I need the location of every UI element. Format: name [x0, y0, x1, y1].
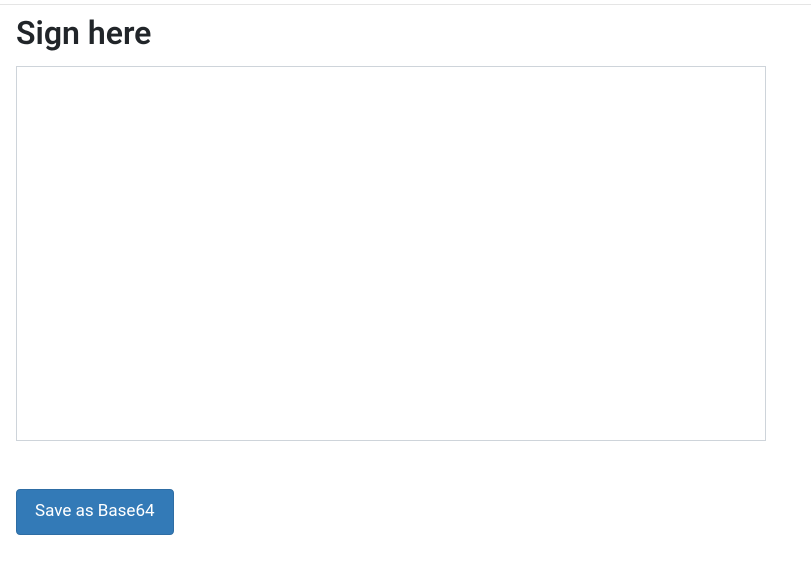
- main-container: Sign here Save as Base64: [0, 0, 811, 549]
- page-title: Sign here: [16, 14, 795, 52]
- button-area: Save as Base64: [16, 489, 795, 535]
- top-divider: [0, 4, 811, 5]
- save-base64-button[interactable]: Save as Base64: [16, 489, 174, 535]
- signature-pad[interactable]: [16, 66, 766, 441]
